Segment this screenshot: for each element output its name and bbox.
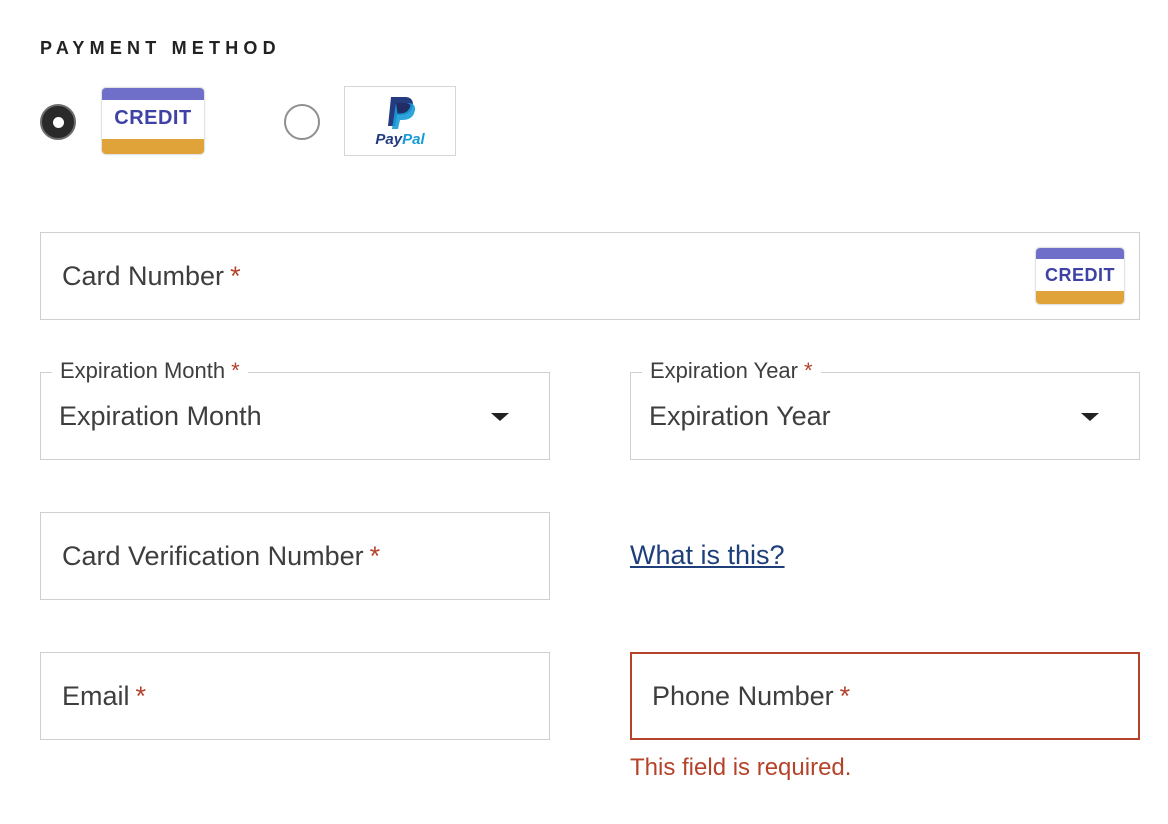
credit-card-stripe-bottom [102,139,204,154]
paypal-wordmark: PayPal [345,131,455,148]
paypal-wordmark-pal: Pal [402,131,425,148]
cvv-field[interactable]: Card Verification Number * [40,512,550,600]
phone-number-placeholder-text: Phone Number [652,681,834,711]
expiration-year-select[interactable]: Expiration Year * Expiration Year [630,357,1140,460]
expiration-year-label: Expiration Year * [642,357,821,385]
credit-card-stripe-bottom [1036,291,1124,304]
credit-card-stripe-top [102,88,204,100]
page-title: PAYMENT METHOD [40,38,281,58]
email-field[interactable]: Email * [40,652,550,740]
email-placeholder: Email * [62,681,146,712]
what-is-this-link[interactable]: What is this? [630,540,785,571]
chevron-down-icon [491,413,509,421]
required-asterisk: * [135,681,147,711]
phone-number-field[interactable]: Phone Number * [630,652,1140,740]
required-asterisk: * [804,358,813,383]
paypal-p-icon [388,97,416,129]
required-asterisk: * [839,681,851,711]
required-asterisk: * [369,541,381,571]
chevron-down-icon [1081,413,1099,421]
paypal-wordmark-pay: Pay [375,131,403,148]
card-number-placeholder: Card Number * [62,261,241,292]
credit-card-icon[interactable]: CREDIT [101,87,205,155]
expiration-month-label-text: Expiration Month [60,358,226,383]
paypal-radio-button[interactable] [284,104,320,140]
cvv-placeholder: Card Verification Number * [62,541,380,572]
expiration-month-select[interactable]: Expiration Month * Expiration Month [40,357,550,460]
required-asterisk: * [230,261,241,291]
credit-card-badge-label: CREDIT [1045,265,1115,285]
expiration-year-value: Expiration Year [649,401,831,431]
credit-card-stripe-top [1036,248,1124,259]
email-placeholder-text: Email [62,681,130,711]
cvv-placeholder-text: Card Verification Number [62,541,364,571]
credit-card-icon: CREDIT [1035,247,1125,305]
required-asterisk: * [231,358,240,383]
phone-number-placeholder: Phone Number * [652,681,850,712]
paypal-icon[interactable]: PayPal [344,86,456,156]
phone-error-message: This field is required. [630,754,852,781]
credit-radio-button[interactable] [40,104,76,140]
expiration-month-label: Expiration Month * [52,357,248,385]
card-number-field[interactable]: Card Number * CREDIT [40,232,1140,320]
card-number-placeholder-text: Card Number [62,261,225,291]
expiration-year-label-text: Expiration Year [650,358,798,383]
credit-card-label: CREDIT [114,107,192,129]
expiration-month-value: Expiration Month [59,401,262,431]
